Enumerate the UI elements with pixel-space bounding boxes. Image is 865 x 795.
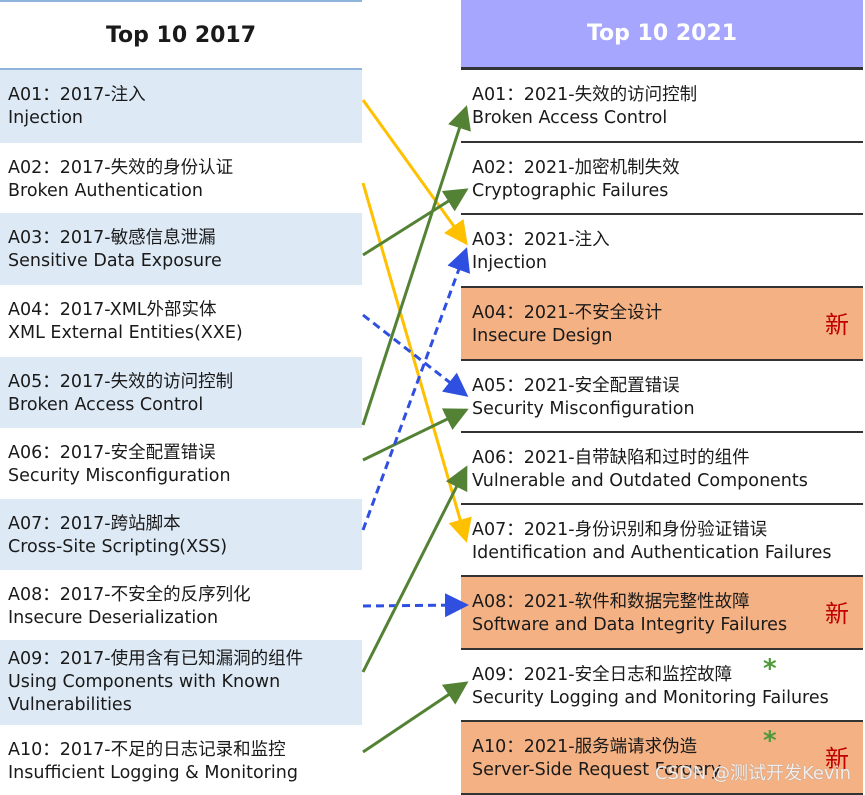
watermark: CSDN @测试开发Kevin [654,763,851,784]
mapping-arrow-A09-to-A06 [361,465,468,673]
mapping-arrow-A05-to-A01 [361,105,471,426]
mapping-arrow-A08-to-A08 [362,593,469,618]
mapping-arrow-A04-to-A05 [362,313,469,397]
mapping-arrow-A10-to-A09 [362,681,469,754]
mapping-arrow-A06-to-A05 [362,408,469,462]
mapping-arrows [361,99,472,754]
